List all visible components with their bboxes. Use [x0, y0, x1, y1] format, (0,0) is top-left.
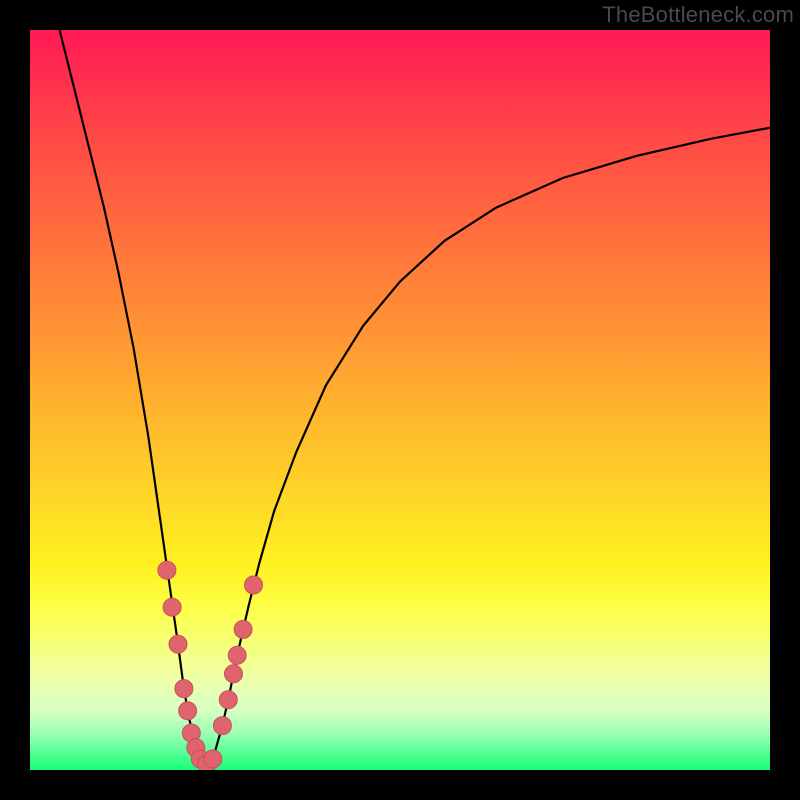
curve-left-branch: [60, 30, 208, 766]
marker-cluster: [158, 561, 263, 770]
marker-dot: [169, 635, 187, 653]
outer-frame: TheBottleneck.com: [0, 0, 800, 800]
marker-dot: [163, 598, 181, 616]
marker-dot: [219, 691, 237, 709]
plot-area: [30, 30, 770, 770]
marker-dot: [179, 702, 197, 720]
marker-dot: [234, 620, 252, 638]
chart-svg: [30, 30, 770, 770]
marker-dot: [228, 646, 246, 664]
marker-dot: [204, 750, 222, 768]
marker-dot: [175, 680, 193, 698]
curve-right-branch: [208, 128, 770, 767]
marker-dot: [225, 665, 243, 683]
marker-dot: [245, 576, 263, 594]
watermark-text: TheBottleneck.com: [602, 2, 794, 28]
marker-dot: [213, 717, 231, 735]
marker-dot: [158, 561, 176, 579]
